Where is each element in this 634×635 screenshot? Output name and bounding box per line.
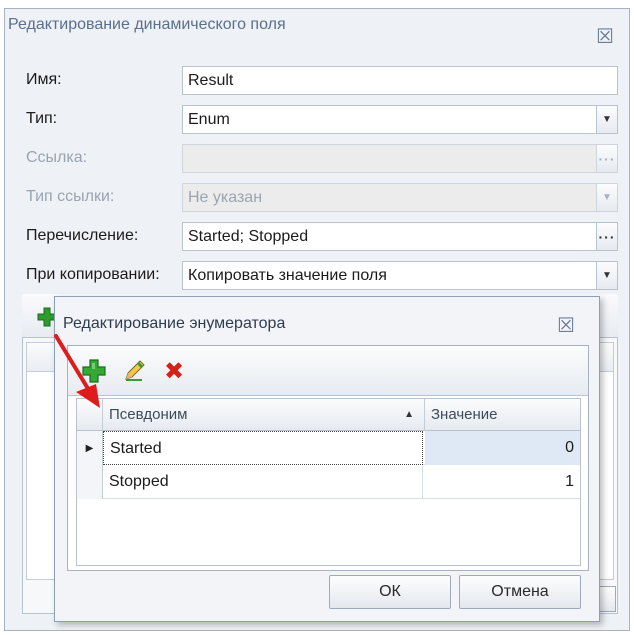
on-copy-value: Копировать значение поля: [188, 267, 387, 284]
edit-row-button[interactable]: [118, 356, 150, 386]
alias-cell[interactable]: Stopped: [103, 465, 423, 499]
alias-cell[interactable]: Started: [103, 431, 423, 465]
ok-button[interactable]: ОК: [329, 575, 451, 609]
enumeration-value: Started; Stopped: [188, 228, 309, 245]
enum-grid-header: Псевдоним ▲ Значение: [77, 399, 580, 431]
table-row[interactable]: Stopped 1: [77, 465, 580, 499]
row-indicator-header: [77, 399, 103, 431]
link-type-select: Не указан ▼: [182, 183, 618, 212]
column-header-value-label: Значение: [431, 406, 498, 423]
enum-toolbar: ✖: [68, 346, 588, 396]
type-label: Тип:: [26, 110, 58, 127]
main-dialog-close-icon[interactable]: ☒: [596, 27, 614, 47]
value-cell[interactable]: 1: [425, 465, 580, 499]
enumeration-edit-icon[interactable]: ···: [596, 223, 617, 250]
name-field-value: Result: [188, 72, 234, 89]
sort-ascending-icon: ▲: [404, 409, 414, 420]
link-browse-icon: ···: [596, 145, 617, 172]
column-header-alias-label: Псевдоним: [109, 406, 188, 423]
enumeration-field[interactable]: Started; Stopped ···: [182, 222, 618, 251]
main-dialog-title: Редактирование динамического поля: [8, 16, 286, 33]
type-select-value: Enum: [188, 111, 230, 128]
link-field: ···: [182, 144, 618, 173]
enum-editor-body: ✖ Псевдоним ▲ Значение ▶ Started 0 Stopp…: [67, 345, 589, 571]
link-type-value: Не указан: [188, 189, 263, 206]
pencil-icon: [125, 360, 145, 381]
on-copy-dropdown-icon[interactable]: ▼: [596, 262, 617, 289]
enum-editor-close-icon[interactable]: ☒: [557, 316, 575, 336]
add-icon: [82, 359, 106, 383]
type-dropdown-icon[interactable]: ▼: [596, 106, 617, 133]
on-copy-select[interactable]: Копировать значение поля ▼: [182, 261, 618, 290]
link-label: Ссылка:: [26, 149, 88, 166]
enum-editor-dialog: Редактирование энумератора ☒ ✖ Псевдоним…: [54, 296, 600, 622]
cancel-button[interactable]: Отмена: [459, 575, 581, 609]
type-select[interactable]: Enum ▼: [182, 105, 618, 134]
column-header-value[interactable]: Значение: [425, 399, 580, 431]
on-copy-label: При копировании:: [26, 266, 160, 283]
name-field[interactable]: Result: [182, 66, 618, 95]
enumeration-label: Перечисление:: [26, 227, 139, 244]
delete-x-icon: ✖: [163, 357, 185, 385]
row-indicator: [77, 465, 103, 499]
add-row-button[interactable]: [78, 356, 110, 386]
current-row-indicator-icon: ▶: [77, 431, 103, 465]
link-type-dropdown-icon: ▼: [596, 184, 617, 211]
column-header-alias[interactable]: Псевдоним ▲: [103, 399, 425, 431]
enum-editor-title: Редактирование энумератора: [63, 315, 286, 332]
enum-grid: Псевдоним ▲ Значение ▶ Started 0 Stopped…: [76, 398, 581, 566]
delete-row-button[interactable]: ✖: [158, 356, 190, 386]
table-row[interactable]: ▶ Started 0: [77, 431, 580, 465]
value-cell[interactable]: 0: [425, 431, 580, 465]
name-label: Имя:: [26, 71, 62, 88]
link-type-label: Тип ссылки:: [26, 188, 115, 205]
